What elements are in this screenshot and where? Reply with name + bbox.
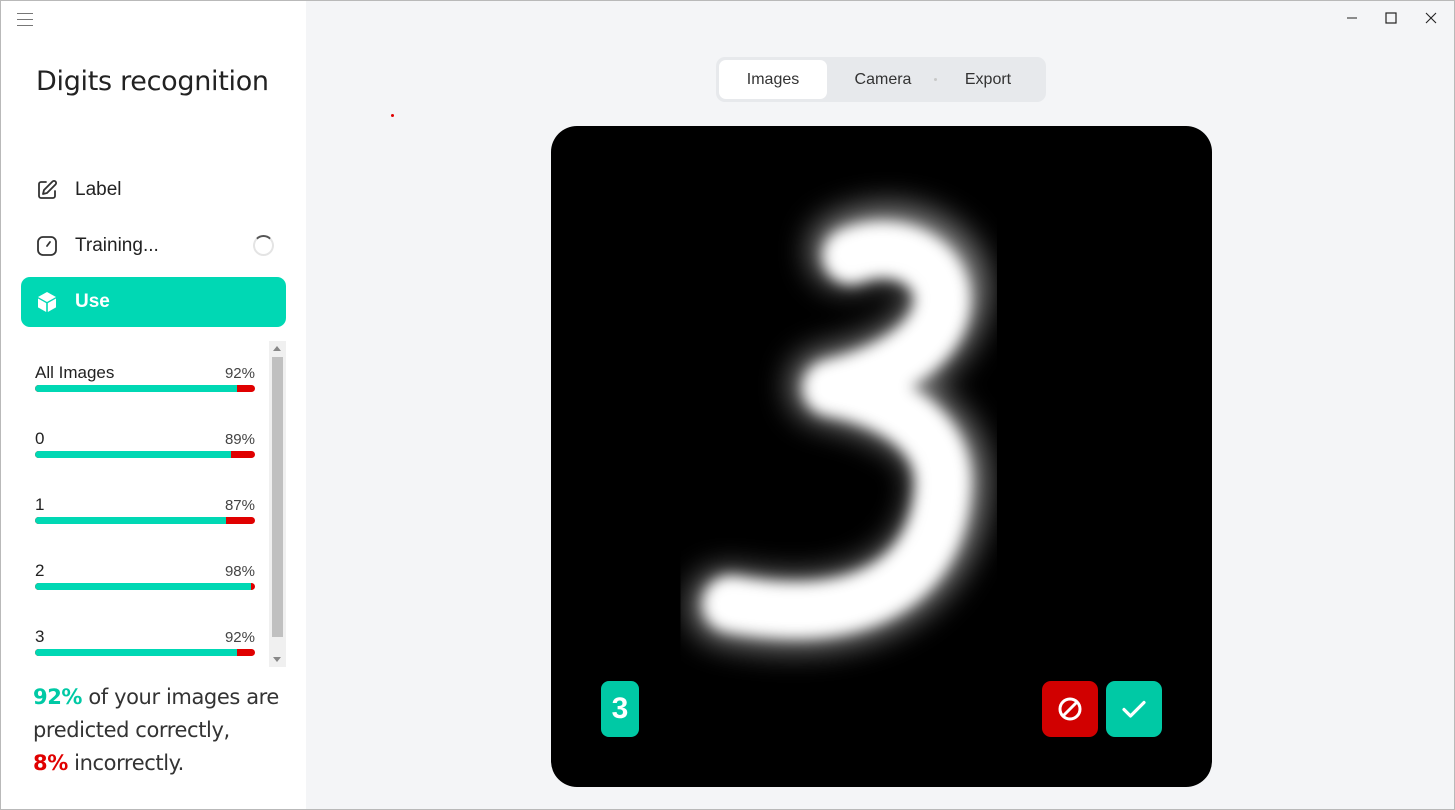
nav-item-training[interactable]: Training... [21, 221, 286, 271]
accuracy-bar-fill [35, 385, 238, 392]
accuracy-item-percent: 98% [224, 563, 255, 580]
edit-icon [35, 178, 59, 202]
indicator-dot [391, 114, 394, 117]
accuracy-bar [35, 385, 255, 392]
accuracy-item-percent: 92% [224, 365, 255, 382]
accuracy-item-name: All Images [35, 363, 115, 382]
accept-button[interactable] [1106, 681, 1162, 737]
minimize-icon [1347, 17, 1357, 19]
loading-spinner-icon [253, 235, 274, 256]
block-icon [1058, 697, 1082, 721]
accuracy-item: 1 87% [35, 495, 255, 535]
view-tabs: Images Camera Export [716, 57, 1046, 102]
nav-item-training-text: Training... [75, 235, 159, 256]
nav-item-use[interactable]: Use [21, 277, 286, 327]
reject-button[interactable] [1042, 681, 1098, 737]
app-window: Digits recognition Label Training... Use… [0, 0, 1455, 810]
accuracy-bar [35, 517, 255, 524]
accuracy-item-percent: 92% [224, 629, 255, 646]
nav-item-label-text: Label [75, 179, 122, 200]
scroll-down-icon[interactable] [273, 657, 281, 662]
cube-icon [35, 290, 59, 314]
accuracy-bar [35, 451, 255, 458]
nav-item-label[interactable]: Label [21, 165, 286, 215]
accuracy-item-name: 1 [35, 495, 45, 514]
accuracy-bar [35, 583, 255, 590]
accuracy-item: 0 89% [35, 429, 255, 469]
check-icon [1122, 700, 1146, 718]
close-button[interactable] [1411, 5, 1451, 31]
tab-separator [934, 78, 937, 81]
accuracy-bar-fill [35, 649, 238, 656]
accuracy-list: All Images 92% 0 89% 1 87% 2 98% 3 92% [21, 341, 286, 667]
minimize-button[interactable] [1332, 5, 1372, 31]
incorrect-text: incorrectly. [67, 751, 184, 775]
close-icon [1425, 12, 1437, 24]
scrollbar-thumb[interactable] [272, 357, 283, 637]
accuracy-bar-fill [35, 517, 227, 524]
hamburger-menu-icon[interactable] [17, 13, 33, 26]
accuracy-item: 3 92% [35, 627, 255, 667]
accuracy-item-name: 0 [35, 429, 45, 448]
app-title: Digits recognition [36, 66, 269, 97]
maximize-button[interactable] [1371, 5, 1411, 31]
sidebar: Digits recognition Label Training... Use… [1, 1, 306, 809]
accuracy-item-name: 2 [35, 561, 45, 580]
tab-camera[interactable]: Camera [830, 60, 936, 99]
tab-export[interactable]: Export [938, 60, 1038, 99]
timer-icon [35, 234, 59, 258]
accuracy-item-name: 3 [35, 627, 45, 646]
accuracy-summary: 92% of your images are predicted correct… [33, 681, 293, 780]
stats-scrollbar[interactable] [269, 341, 286, 667]
accuracy-bar [35, 649, 255, 656]
digit-image: 3 [551, 126, 1212, 787]
nav-item-use-text: Use [75, 291, 110, 312]
maximize-icon [1385, 12, 1397, 24]
scroll-up-icon[interactable] [273, 346, 281, 351]
accuracy-item-percent: 87% [224, 497, 255, 514]
accuracy-item: All Images 92% [35, 363, 255, 403]
accuracy-bar-fill [35, 583, 251, 590]
correct-percent: 92% [33, 685, 83, 709]
predicted-digit-badge: 3 [601, 681, 639, 737]
accuracy-bar-fill [35, 451, 231, 458]
accuracy-item-percent: 89% [224, 431, 255, 448]
incorrect-percent: 8% [33, 751, 68, 775]
tab-images[interactable]: Images [719, 60, 827, 99]
accuracy-item: 2 98% [35, 561, 255, 601]
